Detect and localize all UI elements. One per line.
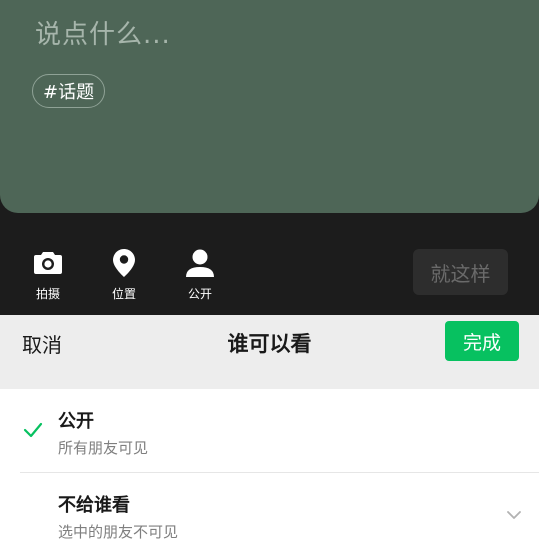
location-pin-icon [108,247,140,279]
done-button[interactable]: 完成 [445,321,519,361]
compose-toolbar: 拍摄 位置 公开 就这样 [0,213,539,315]
post-button[interactable]: 就这样 [413,249,508,295]
visibility-button[interactable]: 公开 [170,247,230,302]
chevron-down-icon[interactable] [505,507,523,521]
sheet-header: 取消 谁可以看 完成 [0,315,539,389]
option-subtitle: 所有朋友可见 [58,439,149,457]
location-button[interactable]: 位置 [94,247,154,302]
option-title: 公开 [58,411,94,432]
checkmark-icon [22,419,44,441]
option-subtitle: 选中的朋友不可见 [58,523,179,541]
visibility-label: 公开 [187,287,212,301]
topic-chip[interactable]: #话题 [32,74,106,108]
visibility-sheet: 取消 谁可以看 完成 公开 所有朋友可见 不给谁看 选中的朋友不可见 [0,315,539,558]
camera-label: 拍摄 [35,287,60,301]
compose-area[interactable]: 说点什么... #话题 [0,0,539,213]
location-label: 位置 [111,287,136,301]
compose-text-input[interactable]: 说点什么... [35,14,171,51]
visibility-option-hide-from[interactable]: 不给谁看 选中的朋友不可见 [0,473,539,557]
camera-button[interactable]: 拍摄 [18,247,78,302]
option-title: 不给谁看 [58,495,130,516]
camera-icon [32,247,64,279]
person-icon [184,247,216,279]
visibility-option-public[interactable]: 公开 所有朋友可见 [0,389,539,473]
moments-compose-screen: 说点什么... #话题 拍摄 位置 公开 就这样 取消 谁可以看 完成 公开 所… [0,0,539,558]
